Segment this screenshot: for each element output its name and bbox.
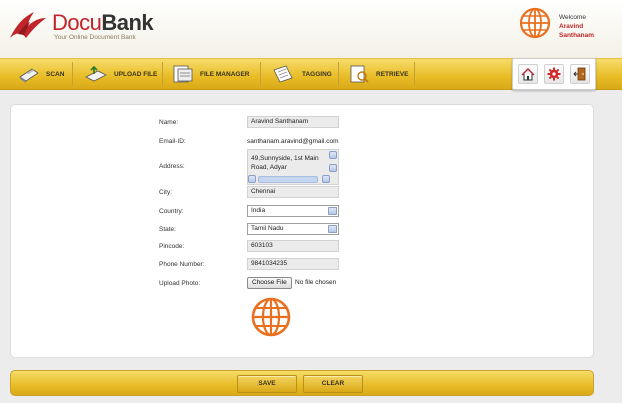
brand-name-bank: Bank	[101, 10, 154, 35]
phone-label: Phone Number:	[159, 261, 205, 268]
clear-button[interactable]: CLEAR	[303, 375, 363, 393]
state-selected-value: Tamil Nadu	[251, 225, 284, 232]
scroll-up-arrow-icon[interactable]	[329, 151, 337, 159]
nav-label-upload-file: UPLOAD FILE	[114, 70, 158, 78]
user-last-name: Santhanam	[559, 32, 595, 39]
address-line-2: Road, Adyar	[251, 164, 287, 171]
nav-divider	[260, 62, 261, 86]
no-file-text: No file chosen	[295, 279, 337, 286]
country-select[interactable]: India	[247, 205, 339, 217]
profile-form-panel: Name: Aravind Santhanam Email-ID: santha…	[10, 104, 594, 358]
email-value: santhanam.aravind@gmail.com	[247, 138, 339, 145]
chevron-down-icon	[328, 225, 337, 233]
toolbar-icons	[512, 58, 596, 90]
address-text: 49,Sunnyside, 1st Main Road, Adyar	[251, 154, 329, 172]
scroll-down-arrow-icon[interactable]	[329, 164, 337, 172]
upload-icon	[85, 65, 107, 82]
address-label: Address:	[159, 163, 185, 170]
nav-divider	[72, 62, 73, 86]
nav-item-scan[interactable]: SCAN	[18, 59, 64, 89]
settings-gear-icon	[547, 67, 561, 81]
logout-button[interactable]	[570, 64, 590, 84]
pincode-label: Pincode:	[159, 243, 185, 250]
logout-door-icon	[573, 67, 586, 81]
state-select[interactable]: Tamil Nadu	[247, 223, 339, 235]
nav-item-tagging[interactable]: TAGGING	[270, 59, 332, 89]
file-manager-icon	[173, 65, 193, 83]
app-header: DocuBank Your Online Document Bank Welco…	[0, 0, 622, 58]
docubank-logo[interactable]: DocuBank Your Online Document Bank	[8, 6, 158, 46]
address-textarea[interactable]: 49,Sunnyside, 1st Main Road, Adyar	[247, 149, 339, 185]
scroll-thumb[interactable]	[258, 176, 318, 183]
email-label: Email-ID:	[159, 138, 186, 145]
state-label: State:	[159, 226, 176, 233]
globe-avatar-icon	[519, 7, 551, 39]
welcome-block: Welcome Aravind Santhanam	[559, 13, 594, 40]
home-button[interactable]	[518, 64, 538, 84]
choose-file-button[interactable]: Choose File	[247, 277, 292, 289]
settings-button[interactable]	[544, 64, 564, 84]
brand-name-docu: Docu	[52, 10, 102, 35]
name-field[interactable]: Aravind Santhanam	[247, 116, 339, 128]
address-vertical-scrollbar[interactable]	[329, 150, 338, 176]
brand-name: DocuBank	[52, 10, 154, 36]
nav-item-retrieve[interactable]: RETRIEVE	[348, 59, 409, 89]
tagging-icon	[273, 65, 293, 83]
save-button[interactable]: SAVE	[237, 375, 297, 393]
nav-item-upload-file[interactable]: UPLOAD FILE	[84, 59, 157, 89]
retrieve-icon	[350, 65, 369, 83]
name-label: Name:	[159, 119, 179, 126]
brand-tagline: Your Online Document Bank	[54, 34, 136, 41]
chevron-down-icon	[328, 207, 337, 215]
address-line-1: 49,Sunnyside, 1st Main	[251, 155, 319, 162]
photo-label: Upload Photo:	[159, 280, 201, 287]
home-icon	[521, 67, 535, 80]
nav-item-file-manager[interactable]: FILE MANAGER	[172, 59, 249, 89]
scroll-right-arrow-icon[interactable]	[322, 175, 330, 183]
nav-divider	[162, 62, 163, 86]
nav-divider	[414, 62, 415, 86]
nav-divider	[338, 62, 339, 86]
form-actions-bar: SAVE CLEAR	[10, 370, 594, 396]
pincode-field[interactable]: 603103	[247, 240, 339, 252]
nav-label-file-manager: FILE MANAGER	[200, 70, 250, 78]
city-field[interactable]: Chennai	[247, 186, 339, 198]
nav-label-retrieve: RETRIEVE	[376, 70, 409, 78]
bird-logo-icon	[10, 12, 46, 38]
address-horizontal-scrollbar[interactable]	[248, 175, 331, 184]
scanner-icon	[19, 68, 39, 83]
welcome-text: Welcome	[559, 14, 586, 21]
country-label: Country:	[159, 208, 184, 215]
scroll-left-arrow-icon[interactable]	[248, 175, 256, 183]
profile-photo-globe-icon	[251, 297, 291, 337]
nav-label-scan: SCAN	[46, 70, 65, 78]
city-label: City:	[159, 189, 172, 196]
user-first-name: Aravind	[559, 23, 584, 30]
phone-field[interactable]: 9841034235	[247, 258, 339, 270]
nav-label-tagging: TAGGING	[302, 70, 332, 78]
country-selected-value: India	[251, 207, 266, 214]
